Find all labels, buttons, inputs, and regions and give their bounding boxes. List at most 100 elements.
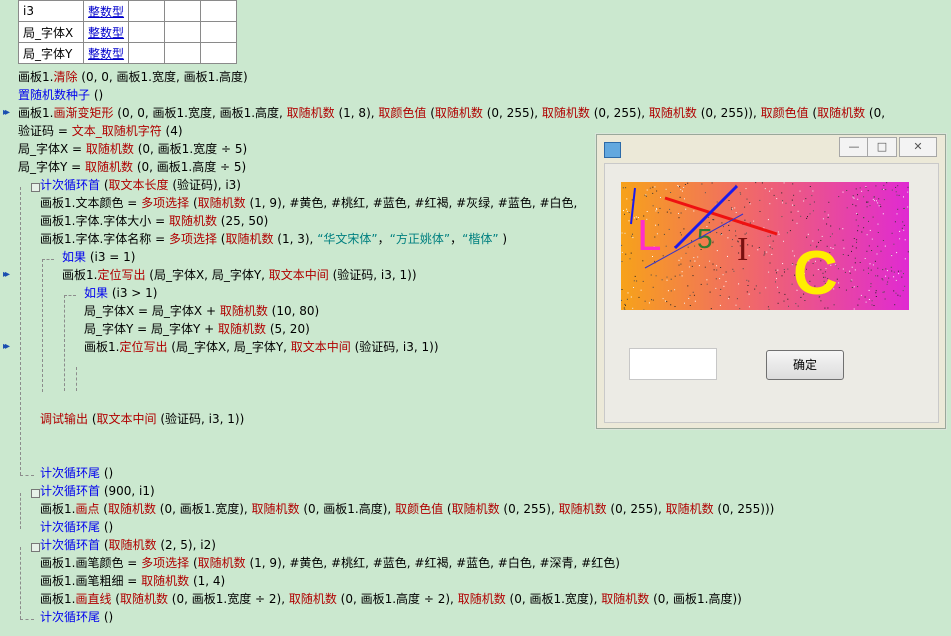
noise-dot xyxy=(642,280,644,282)
breakpoint-arrow-icon[interactable]: ▸▸ xyxy=(3,104,10,122)
var-name[interactable]: 局_字体X xyxy=(18,21,84,43)
code-text: 画板1.画渐变矩形 (0, 0, 画板1.宽度, 画板1.高度, 取随机数 (1… xyxy=(18,104,885,122)
minimize-icon[interactable]: — xyxy=(839,137,869,157)
noise-dot xyxy=(812,210,814,212)
var-cell[interactable] xyxy=(200,42,237,64)
breakpoint-arrow-icon[interactable]: ▸▸ xyxy=(3,338,10,356)
code-token: (0, 255), xyxy=(482,106,542,120)
noise-dot xyxy=(865,186,867,188)
window-titlebar[interactable]: — □ ✕ xyxy=(597,135,945,161)
collapse-toggle[interactable] xyxy=(31,489,40,498)
noise-dot xyxy=(694,260,696,262)
noise-dot xyxy=(709,260,711,262)
code-token: 计次循环首 xyxy=(40,538,101,552)
noise-dot xyxy=(855,247,857,249)
code-token: (0, 255), xyxy=(606,502,666,516)
noise-dot xyxy=(731,208,733,210)
noise-dot xyxy=(873,305,875,306)
var-cell[interactable] xyxy=(164,42,201,64)
noise-dot xyxy=(623,307,625,309)
code-token: 取文本长度 xyxy=(108,178,169,192)
noise-dot xyxy=(811,195,813,197)
noise-dot xyxy=(666,279,668,281)
noise-dot xyxy=(784,293,786,295)
noise-dot xyxy=(883,199,885,201)
code-token: () xyxy=(100,466,114,480)
breakpoint-arrow-icon[interactable]: ▸▸ xyxy=(3,266,10,284)
noise-dot xyxy=(891,232,893,234)
var-type-link[interactable]: 整数型 xyxy=(83,42,129,64)
maximize-icon[interactable]: □ xyxy=(867,137,897,157)
var-type-link[interactable]: 整数型 xyxy=(83,21,129,43)
close-icon[interactable]: ✕ xyxy=(899,137,937,157)
noise-dot xyxy=(652,205,654,207)
noise-dot xyxy=(704,192,706,194)
var-cell[interactable] xyxy=(128,0,165,22)
noise-dot xyxy=(886,283,888,285)
noise-dot xyxy=(899,230,901,232)
captcha-image[interactable]: L 5 I C xyxy=(621,182,909,310)
noise-dot xyxy=(851,266,853,268)
var-cell[interactable] xyxy=(164,21,201,43)
var-name[interactable]: 局_字体Y xyxy=(18,42,84,64)
noise-dot xyxy=(904,239,906,241)
noise-dot xyxy=(767,306,769,308)
noise-dot xyxy=(881,188,883,190)
code-token: 取随机数 xyxy=(119,592,168,606)
captcha-input[interactable] xyxy=(629,348,717,380)
noise-dot xyxy=(640,289,642,291)
noise-dot xyxy=(633,280,635,282)
noise-dot xyxy=(846,190,848,191)
noise-dot xyxy=(694,300,696,302)
var-cell[interactable] xyxy=(200,21,237,43)
noise-dot xyxy=(625,304,626,306)
noise-dot xyxy=(787,298,789,300)
noise-dot xyxy=(769,244,771,246)
var-cell[interactable] xyxy=(164,0,201,22)
noise-dot xyxy=(630,252,632,254)
noise-dot xyxy=(736,298,738,300)
noise-dot xyxy=(749,202,751,204)
noise-dot xyxy=(865,301,867,303)
noise-dot xyxy=(744,206,746,208)
noise-dot xyxy=(868,289,870,291)
noise-dot xyxy=(882,189,884,190)
noise-dot xyxy=(838,196,840,198)
collapse-toggle[interactable] xyxy=(31,183,40,192)
noise-dot xyxy=(680,263,682,265)
noise-dot xyxy=(857,286,859,288)
code-text: 计次循环尾 () xyxy=(40,518,113,536)
ok-button[interactable]: 确定 xyxy=(766,350,844,380)
code-token: (局_字体X, 局_字体Y, xyxy=(167,340,291,354)
noise-dot xyxy=(885,268,887,270)
noise-dot xyxy=(851,250,852,252)
noise-dot xyxy=(693,257,695,259)
noise-dot xyxy=(704,266,706,268)
noise-dot xyxy=(624,232,626,234)
code-token: (0, xyxy=(865,106,886,120)
code-token: (i3 = 1) xyxy=(86,250,136,264)
noise-dot xyxy=(826,223,828,225)
noise-dot xyxy=(866,234,868,236)
noise-dot xyxy=(783,240,784,242)
code-text: 验证码 = 文本_取随机字符 (4) xyxy=(18,122,183,140)
code-token: (局_字体X, 局_字体Y, xyxy=(145,268,269,282)
var-cell[interactable] xyxy=(128,21,165,43)
code-text: 计次循环首 (取文本长度 (验证码), i3) xyxy=(40,176,241,194)
var-cell[interactable] xyxy=(128,42,165,64)
noise-dot xyxy=(716,265,718,267)
noise-dot xyxy=(781,275,783,277)
noise-dot xyxy=(857,194,858,196)
captcha-char: L xyxy=(637,211,661,260)
var-type-link[interactable]: 整数型 xyxy=(83,0,129,22)
code-text: 局_字体X = 取随机数 (0, 画板1.宽度 ÷ 5) xyxy=(18,140,247,158)
var-cell[interactable] xyxy=(200,0,237,22)
code-token: (0, 画板1.高度 ÷ 2), xyxy=(336,592,458,606)
noise-dot xyxy=(679,196,681,198)
noise-dot xyxy=(897,208,899,210)
var-name[interactable]: i3 xyxy=(18,0,84,22)
noise-dot xyxy=(852,203,854,205)
code-token: 取随机数 xyxy=(648,106,697,120)
collapse-toggle[interactable] xyxy=(31,543,40,552)
noise-dot xyxy=(631,235,633,237)
